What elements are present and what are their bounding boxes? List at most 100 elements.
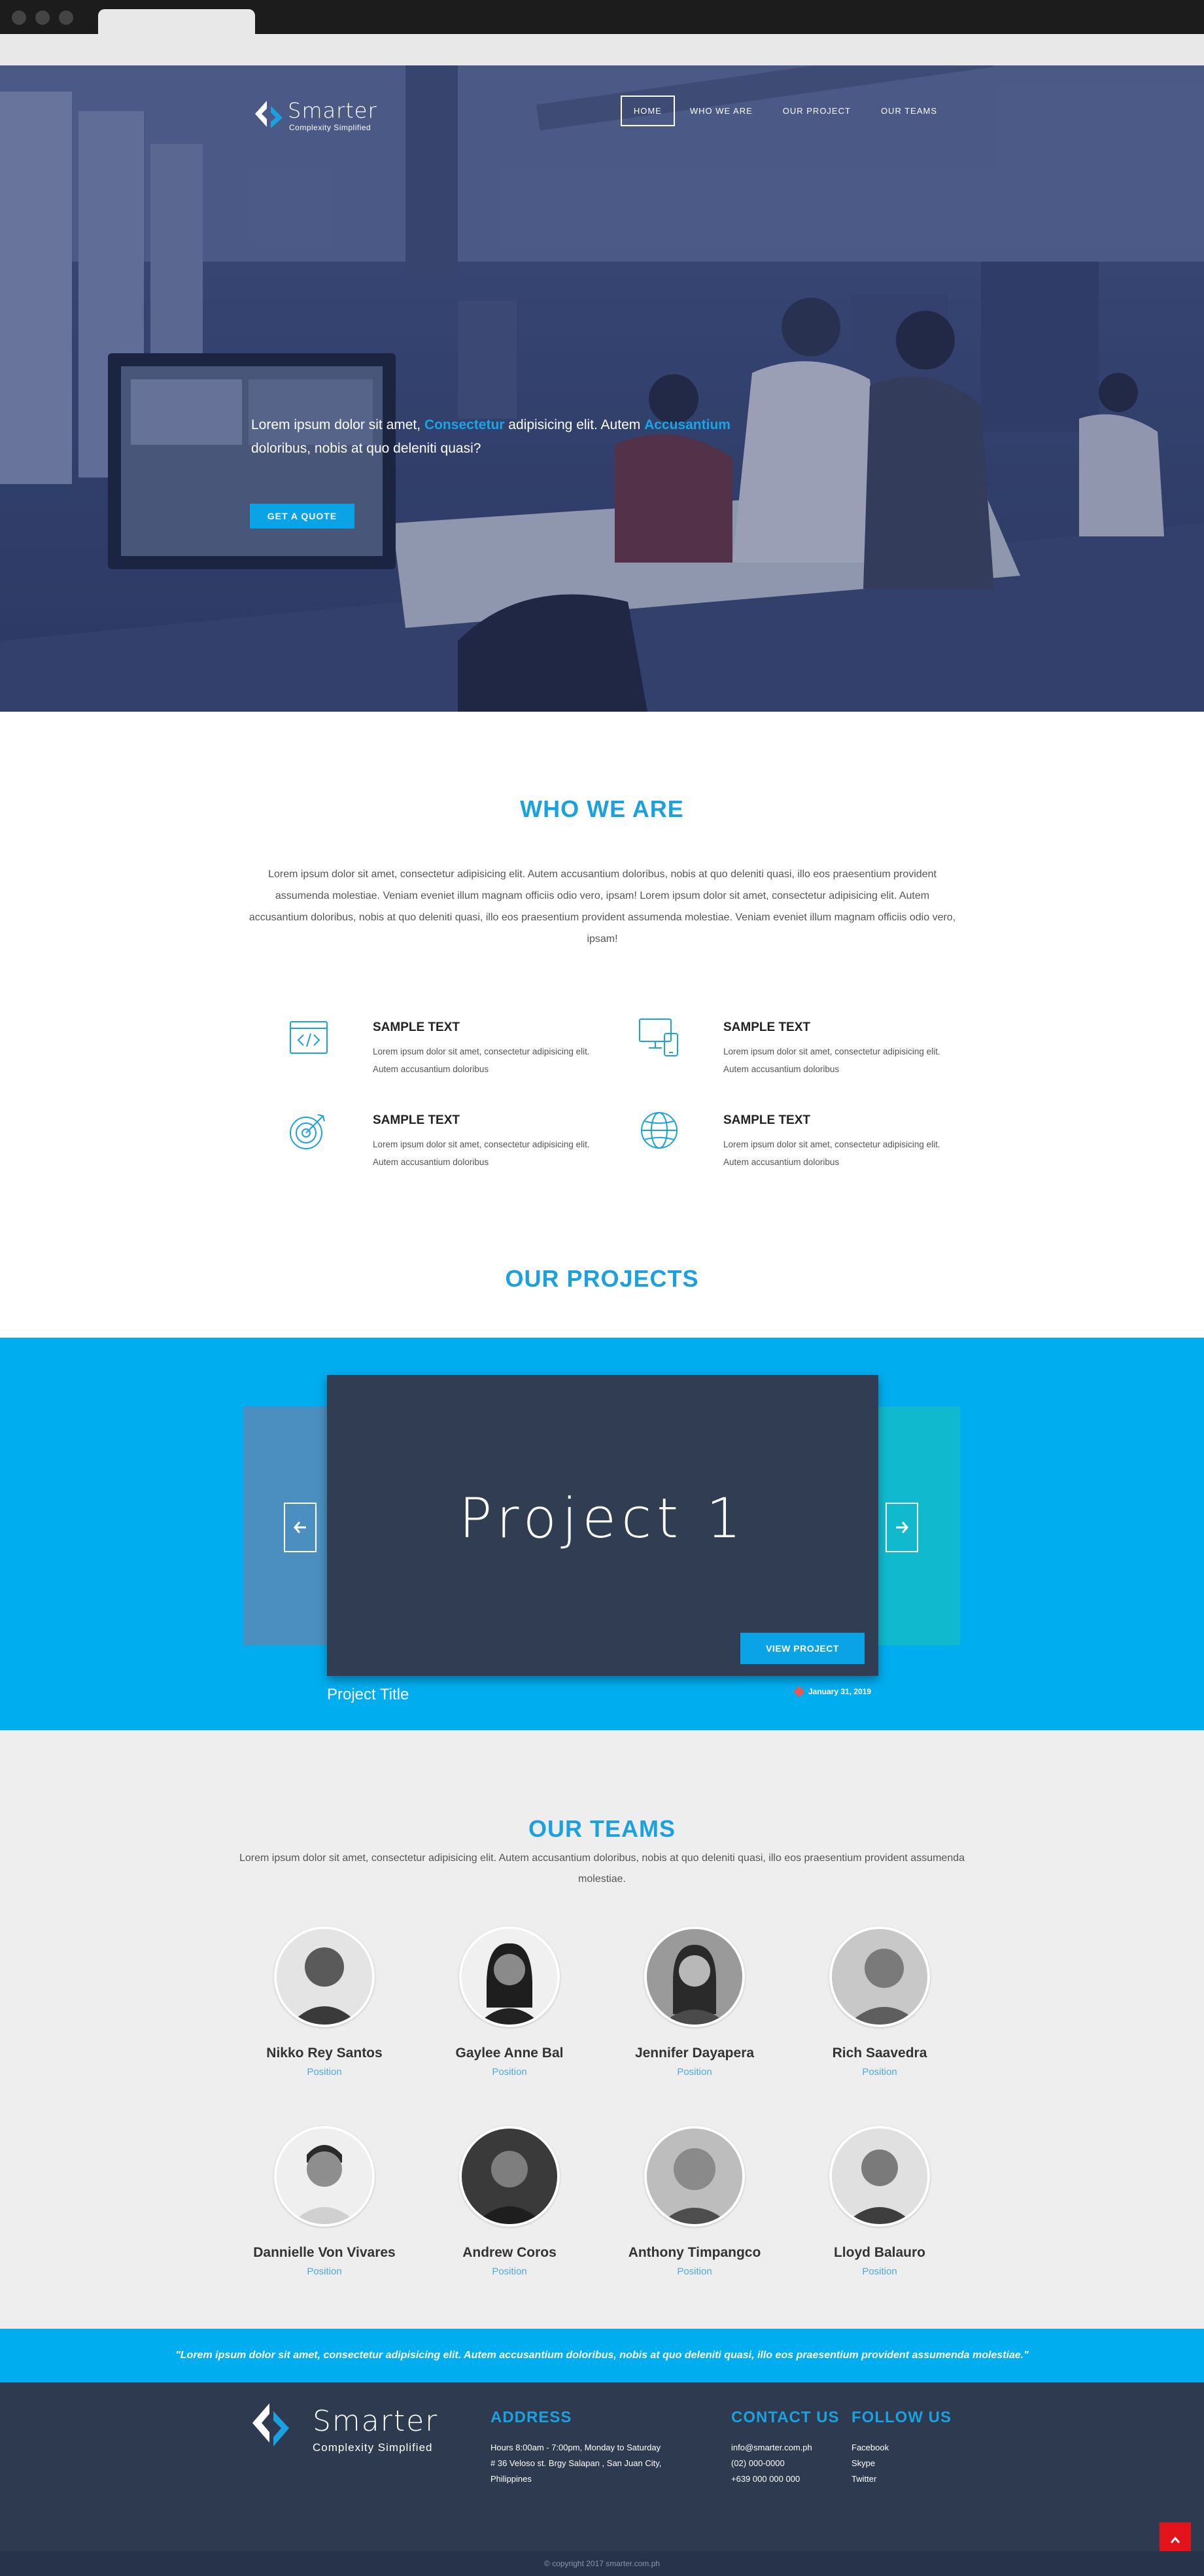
- projects-carousel: Project 1 VIEW PROJECT Project Title Jan…: [0, 1338, 1204, 1730]
- hero-section: Smarter Complexity Simplified HOME WHO W…: [0, 65, 1204, 712]
- our-teams-title: OUR TEAMS: [528, 1815, 676, 1842]
- team-member-card[interactable]: Dannielle Von Vivares Position: [233, 2126, 416, 2277]
- feature-text: Lorem ipsum dolor sit amet, consectetur …: [373, 1140, 590, 1167]
- footer-link-skype[interactable]: Skype: [851, 2456, 952, 2471]
- feature-text: Lorem ipsum dolor sit amet, consectetur …: [723, 1047, 940, 1074]
- member-name: Gaylee Anne Bal: [455, 2045, 564, 2061]
- who-we-are-text: Lorem ipsum dolor sit amet, consectetur …: [249, 869, 956, 945]
- carousel-next-button[interactable]: [886, 1503, 918, 1552]
- browser-chrome: [0, 0, 1204, 65]
- project-card-title: Project 1: [458, 1486, 747, 1550]
- person-photo: [462, 1929, 557, 2025]
- feature-item: SAMPLE TEXT Lorem ipsum dolor sit amet, …: [638, 1109, 978, 1181]
- member-position: Position: [862, 2066, 897, 2078]
- footer-contact: CONTACT US info@smarter.com.ph (02) 000-…: [731, 2409, 840, 2487]
- nav-item-home[interactable]: HOME: [620, 96, 675, 126]
- footer-follow: FOLLOW US Facebook Skype Twitter: [851, 2409, 952, 2487]
- team-member-card[interactable]: Jennifer Dayapera Position: [603, 1926, 786, 2078]
- footer-link-twitter[interactable]: Twitter: [851, 2471, 952, 2487]
- hero-headline: Lorem ipsum dolor sit amet, Consectetur …: [251, 413, 774, 461]
- project-date: January 31, 2019: [793, 1686, 872, 1697]
- feature-title: SAMPLE TEXT: [373, 1020, 460, 1034]
- member-position: Position: [862, 2266, 897, 2277]
- avatar: [644, 2126, 745, 2227]
- footer-address-title: ADDRESS: [490, 2409, 572, 2426]
- arrow-right-icon: [896, 1522, 908, 1533]
- quote-banner: "Lorem ipsum dolor sit amet, consectetur…: [0, 2329, 1204, 2382]
- our-projects-title: OUR PROJECTS: [505, 1265, 699, 1292]
- logo-name: Smarter: [288, 98, 377, 123]
- team-member-card[interactable]: Nikko Rey Santos Position: [233, 1926, 416, 2078]
- brand-logo[interactable]: Smarter Complexity Simplified: [254, 96, 411, 135]
- member-name: Jennifer Dayapera: [634, 2045, 755, 2061]
- footer-logo-tagline: Complexity Simplified: [313, 2441, 433, 2454]
- team-member-card[interactable]: Andrew Coros Position: [418, 2126, 601, 2277]
- member-name: Rich Saavedra: [832, 2045, 927, 2061]
- member-position: Position: [307, 2066, 342, 2078]
- team-member-card[interactable]: Anthony Timpangco Position: [603, 2126, 786, 2277]
- footer-contact-mobile[interactable]: +639 000 000 000: [731, 2471, 840, 2487]
- view-project-button[interactable]: VIEW PROJECT: [740, 1633, 865, 1664]
- feature-text: Lorem ipsum dolor sit amet, consectetur …: [373, 1047, 590, 1074]
- feature-text: Lorem ipsum dolor sit amet, consectetur …: [723, 1140, 940, 1167]
- footer-contact-title: CONTACT US: [731, 2409, 840, 2426]
- code-window-icon: [290, 1021, 328, 1054]
- member-name: Nikko Rey Santos: [266, 2045, 383, 2061]
- who-we-are-title: WHO WE ARE: [520, 795, 684, 822]
- avatar: [274, 2126, 375, 2227]
- hero-text-part: Lorem ipsum dolor sit amet,: [251, 417, 424, 432]
- avatar: [829, 1926, 930, 2027]
- get-quote-button[interactable]: GET A QUOTE: [250, 504, 354, 529]
- team-member-card[interactable]: Lloyd Balauro Position: [788, 2126, 971, 2277]
- browser-tab[interactable]: [98, 9, 255, 35]
- member-position: Position: [307, 2266, 342, 2277]
- hero-highlight: Accusantium: [644, 417, 731, 432]
- person-photo: [462, 2129, 557, 2224]
- person-photo: [832, 2129, 927, 2224]
- feature-title: SAMPLE TEXT: [723, 1020, 811, 1034]
- feature-item: SAMPLE TEXT Lorem ipsum dolor sit amet, …: [288, 1109, 628, 1181]
- footer-logo-name: Smarter: [313, 2405, 439, 2438]
- browser-toolbar: [0, 34, 1204, 65]
- main-nav: HOME WHO WE ARE OUR PROJECT OUR TEAMS: [620, 96, 952, 126]
- team-member-card[interactable]: Gaylee Anne Bal Position: [418, 1926, 601, 2078]
- carousel-prev-button[interactable]: [284, 1503, 317, 1552]
- target-icon: [290, 1114, 325, 1149]
- project-date-text: January 31, 2019: [808, 1687, 872, 1696]
- hero-text-part: doloribus, nobis at quo deleniti quasi?: [251, 441, 481, 456]
- chevron-up-icon: [1170, 2536, 1180, 2543]
- avatar: [274, 1926, 375, 2027]
- footer-contact-phone[interactable]: (02) 000-0000: [731, 2456, 840, 2471]
- person-photo: [647, 1929, 742, 2025]
- hero-text-part: adipisicing elit. Autem: [504, 417, 645, 432]
- devices-icon: [639, 1018, 678, 1056]
- window-minimize-dot[interactable]: [35, 10, 50, 25]
- person-photo: [647, 2129, 742, 2224]
- site-footer: Smarter Complexity Simplified ADDRESS Ho…: [0, 2382, 1204, 2551]
- footer-logo[interactable]: Smarter Complexity Simplified: [251, 2402, 473, 2454]
- nav-item-who-we-are[interactable]: WHO WE ARE: [675, 96, 768, 126]
- project-card[interactable]: Project 1 VIEW PROJECT: [327, 1375, 878, 1676]
- nav-item-our-teams[interactable]: OUR TEAMS: [866, 96, 952, 126]
- hero-overlay: [0, 65, 1204, 712]
- member-name: Andrew Coros: [462, 2245, 557, 2260]
- footer-contact-email[interactable]: info@smarter.com.ph: [731, 2440, 840, 2456]
- teams-text: Lorem ipsum dolor sit amet, consectetur …: [239, 1853, 965, 1885]
- footer-address: ADDRESS Hours 8:00am - 7:00pm, Monday to…: [490, 2409, 661, 2487]
- footer-link-facebook[interactable]: Facebook: [851, 2440, 952, 2456]
- nav-item-our-project[interactable]: OUR PROJECT: [768, 96, 866, 126]
- window-maximize-dot[interactable]: [59, 10, 73, 25]
- member-position: Position: [492, 2266, 527, 2277]
- footer-address-line: # 36 Veloso st. Brgy Salapan , San Juan …: [490, 2458, 662, 2468]
- window-close-dot[interactable]: [12, 10, 26, 25]
- team-member-card[interactable]: Rich Saavedra Position: [788, 1926, 971, 2078]
- person-photo: [277, 1929, 372, 2025]
- person-photo: [277, 2129, 372, 2224]
- member-position: Position: [492, 2066, 527, 2078]
- project-title[interactable]: Project Title: [327, 1686, 409, 1704]
- avatar: [829, 2126, 930, 2227]
- member-name: Lloyd Balauro: [833, 2245, 926, 2260]
- feature-item: SAMPLE TEXT Lorem ipsum dolor sit amet, …: [638, 1017, 978, 1088]
- teams-section: OUR TEAMS Lorem ipsum dolor sit amet, co…: [0, 1730, 1204, 2329]
- avatar: [459, 2126, 560, 2227]
